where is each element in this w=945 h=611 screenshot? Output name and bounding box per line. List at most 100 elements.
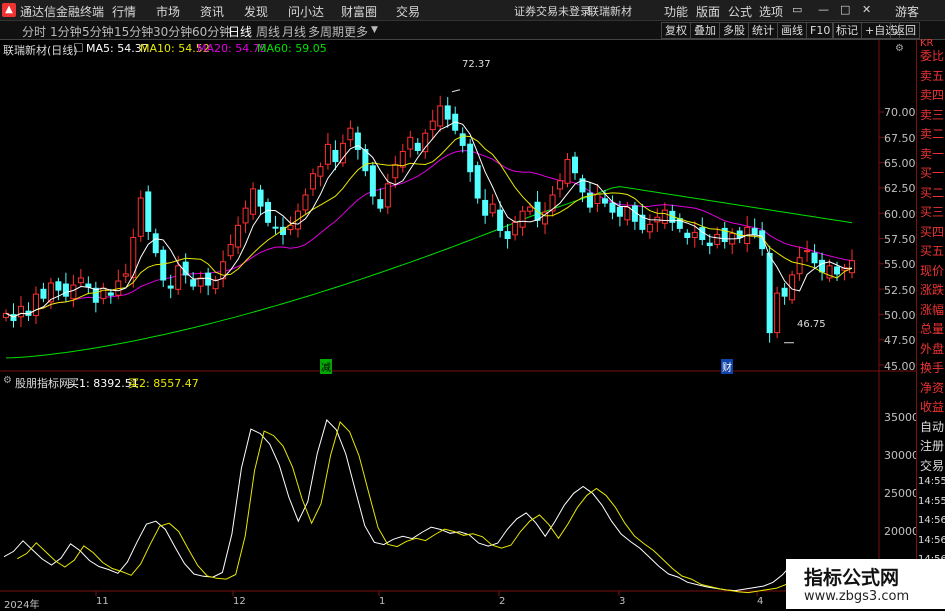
price-tick: 70.00 <box>884 106 916 119</box>
price-tick: 67.50 <box>884 132 916 145</box>
candle-up <box>317 166 324 177</box>
candle-up <box>542 211 549 225</box>
restore-rights-button[interactable]: 复权 <box>661 22 691 39</box>
kline-chart[interactable] <box>0 40 916 609</box>
user-label[interactable]: 游客 <box>895 3 919 20</box>
close-icon[interactable]: ✕ <box>862 3 871 16</box>
maximize-icon[interactable]: □ <box>840 3 850 16</box>
candle-down <box>706 242 713 247</box>
candle-down <box>55 281 62 291</box>
indicator-settings-icon[interactable]: ⚙ <box>3 375 12 386</box>
x-tick: 11 <box>96 596 109 607</box>
candle-down <box>482 199 489 216</box>
candle-up <box>714 233 721 245</box>
menu-market[interactable]: 市场 <box>156 3 180 20</box>
minimize-icon[interactable]: — <box>818 3 829 16</box>
candle-down <box>766 252 773 334</box>
tab-period-30min[interactable]: 30分钟 <box>153 23 192 40</box>
side-panel-item: 涨跌 <box>920 283 945 297</box>
candle-up <box>250 188 257 215</box>
candle-up <box>564 159 571 184</box>
candle-up <box>227 244 234 257</box>
candle-up <box>77 277 84 284</box>
tab-period-15min[interactable]: 15分钟 <box>114 23 153 40</box>
candle-down <box>167 285 174 289</box>
menu-wealth-circle[interactable]: 财富圈 <box>341 3 377 20</box>
info-icon[interactable]: ☐ <box>73 41 84 55</box>
menu-layout[interactable]: 版面 <box>696 3 720 20</box>
candle-down <box>62 283 69 297</box>
indicator-tick: 20000 <box>884 525 919 538</box>
draw-line-button[interactable]: 画线 <box>777 22 807 39</box>
candle-up <box>691 231 698 238</box>
menu-news[interactable]: 资讯 <box>200 3 224 20</box>
menu-function[interactable]: 功能 <box>664 3 688 20</box>
overlay-button[interactable]: 叠加 <box>690 22 720 39</box>
high-price-label: 72.37 <box>462 59 491 70</box>
side-panel-item: 换手 <box>920 361 945 375</box>
candle-down <box>571 156 578 174</box>
candle-up <box>489 203 496 214</box>
app-logo: ▲ <box>2 3 16 17</box>
settings-icon[interactable]: ⚙ <box>895 43 904 54</box>
tab-period-more[interactable]: 更多 <box>344 23 368 40</box>
candle-up <box>32 293 39 316</box>
menu-trade[interactable]: 交易 <box>396 3 420 20</box>
multi-stock-button[interactable]: 多股 <box>719 22 749 39</box>
price-tick: 52.50 <box>884 284 916 297</box>
candle-up <box>235 224 242 248</box>
side-panel-item: 买三 <box>920 205 945 219</box>
candle-up <box>437 105 444 127</box>
statistics-button[interactable]: 统计 <box>748 22 778 39</box>
tab-period-60min[interactable]: 60分钟 <box>192 23 231 40</box>
login-notice[interactable]: 证券交易未登录 <box>514 3 591 19</box>
candle-up <box>384 183 391 208</box>
side-panel-item: 卖五 <box>920 68 945 83</box>
side-panel-item[interactable]: 自动 <box>920 418 944 435</box>
app-title: 通达信金融终端 <box>20 5 105 19</box>
chevron-down-icon[interactable]: ▼ <box>371 25 378 35</box>
candle-down <box>601 198 608 204</box>
tab-period-intraday[interactable]: 分时 <box>22 23 46 40</box>
candle-up <box>422 132 429 153</box>
candle-up <box>624 206 631 221</box>
tab-period-monthly[interactable]: 月线 <box>282 23 306 40</box>
menu-formula[interactable]: 公式 <box>728 3 752 20</box>
tab-period-5min[interactable]: 5分钟 <box>82 23 114 40</box>
tab-period-multi[interactable]: 多周期 <box>308 23 344 40</box>
menu-options[interactable]: 选项 <box>759 3 783 20</box>
candle-down <box>145 191 152 232</box>
draw-line-icon[interactable]: ▭ <box>792 3 802 16</box>
f10-button[interactable]: F10 <box>806 22 835 39</box>
price-tick: 45.00 <box>884 360 916 373</box>
candle-down <box>819 259 826 273</box>
candle-up <box>17 305 24 318</box>
tab-period-daily[interactable]: 日线 <box>228 23 252 40</box>
side-panel-item[interactable]: 交易 <box>920 457 944 474</box>
candle-up <box>407 136 414 150</box>
indicator-line-2 <box>17 421 844 594</box>
candle-up <box>594 193 601 204</box>
side-panel-item[interactable]: 注册 <box>920 437 944 454</box>
event-marker-reduce[interactable]: 减 <box>320 359 332 374</box>
menu-quotes[interactable]: 行情 <box>112 3 136 20</box>
menu-ask-xiaoda[interactable]: 问小达 <box>288 3 324 20</box>
tab-period-weekly[interactable]: 周线 <box>256 23 280 40</box>
side-panel-item: 净资 <box>920 380 945 395</box>
candle-down <box>160 249 167 281</box>
event-marker-finance[interactable]: 财 <box>721 359 733 374</box>
back-button[interactable]: 返回 <box>890 22 920 39</box>
indicator-tick: 30000 <box>884 449 919 462</box>
side-panel-item: 收益 <box>920 400 945 414</box>
side-panel-item: 买四 <box>920 224 945 239</box>
side-panel-item: 14:56 <box>918 534 945 546</box>
mark-button[interactable]: 标记 <box>832 22 862 39</box>
menu-discover[interactable]: 发现 <box>244 3 268 20</box>
candle-up <box>804 250 811 253</box>
candle-up <box>70 284 77 300</box>
candle-up <box>661 209 668 224</box>
tab-period-1min[interactable]: 1分钟 <box>50 23 82 40</box>
side-panel-item: 买二 <box>920 185 945 200</box>
price-tick: 65.00 <box>884 157 916 170</box>
candle-down <box>811 252 818 264</box>
